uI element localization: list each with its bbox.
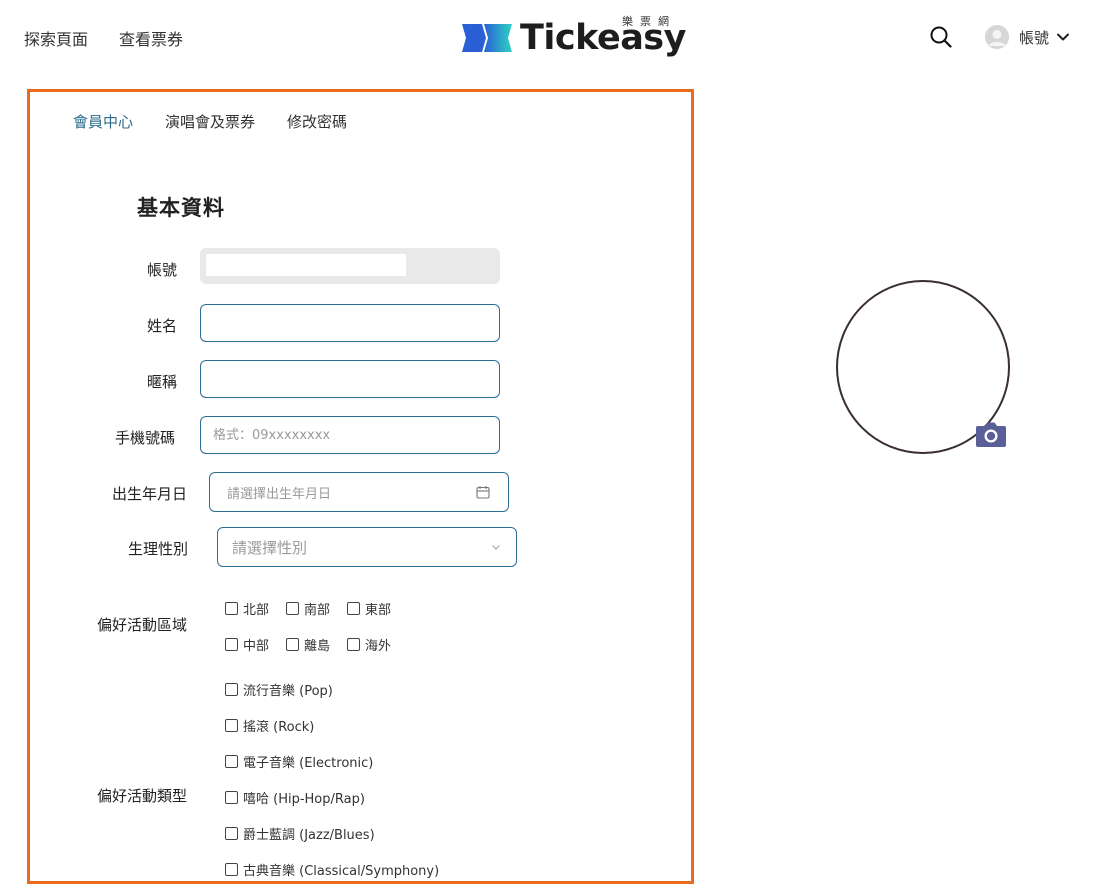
chevron-down-icon xyxy=(492,545,500,550)
account-value xyxy=(206,254,406,276)
birthday-picker[interactable]: 請選擇出生年月日 xyxy=(209,472,509,512)
camera-icon[interactable] xyxy=(975,420,1007,448)
region-option-label: 離島 xyxy=(304,639,331,654)
account-label: 帳號 xyxy=(1019,28,1050,47)
section-title: 基本資料 xyxy=(137,196,225,220)
search-icon[interactable] xyxy=(930,26,952,48)
checkbox-box[interactable] xyxy=(225,638,238,651)
checkbox-box[interactable] xyxy=(225,827,238,840)
profile-card: 會員中心 演唱會及票券 修改密碼 基本資料 帳號 姓名 暱稱 手機號碼 出生年月… xyxy=(27,89,694,884)
genre-checkbox[interactable]: 電子音樂 (Electronic) xyxy=(225,752,373,771)
genre-option-label: 搖滾 (Rock) xyxy=(243,720,315,735)
logo-mark-icon xyxy=(462,24,512,52)
logo-subtext: 樂票網 xyxy=(622,15,676,28)
account-label: 帳號 xyxy=(147,261,178,279)
genre-option-label: 爵士藍調 (Jazz/Blues) xyxy=(243,828,375,843)
region-checkbox[interactable]: 中部 xyxy=(225,635,269,654)
genre-checkbox[interactable]: 爵士藍調 (Jazz/Blues) xyxy=(225,824,375,843)
genre-option-label: 古典音樂 (Classical/Symphony) xyxy=(243,864,440,879)
profile-tabs: 會員中心 演唱會及票券 修改密碼 xyxy=(73,111,347,132)
checkbox-box[interactable] xyxy=(225,719,238,732)
chevron-down-icon xyxy=(1057,33,1070,41)
nav-explore-link[interactable]: 探索頁面 xyxy=(24,26,88,50)
birthday-placeholder: 請選擇出生年月日 xyxy=(227,486,332,502)
genre-option-label: 流行音樂 (Pop) xyxy=(243,684,333,699)
region-option-label: 中部 xyxy=(243,639,270,654)
genre-checkbox[interactable]: 流行音樂 (Pop) xyxy=(225,680,333,699)
checkbox-box[interactable] xyxy=(225,791,238,804)
genre-checkbox[interactable]: 嘻哈 (Hip-Hop/Rap) xyxy=(225,788,365,807)
nav-tickets-link[interactable]: 查看票券 xyxy=(119,26,183,50)
region-checkbox[interactable]: 離島 xyxy=(286,635,330,654)
genre-checkbox[interactable]: 古典音樂 (Classical/Symphony) xyxy=(225,860,439,879)
account-field xyxy=(200,248,500,284)
checkbox-box[interactable] xyxy=(225,602,238,615)
checkbox-box[interactable] xyxy=(225,863,238,876)
calendar-icon xyxy=(476,486,490,499)
region-checkbox[interactable]: 海外 xyxy=(347,635,391,654)
name-input[interactable] xyxy=(200,304,500,342)
nickname-input[interactable] xyxy=(200,360,500,398)
checkbox-box[interactable] xyxy=(286,602,299,615)
region-option-label: 東部 xyxy=(365,603,392,618)
genre-checkbox[interactable]: 搖滾 (Rock) xyxy=(225,716,314,735)
account-menu[interactable]: 帳號 xyxy=(985,24,1071,50)
region-option-label: 北部 xyxy=(243,603,270,618)
checkbox-box[interactable] xyxy=(225,683,238,696)
gender-select[interactable]: 請選擇性別 xyxy=(217,527,517,567)
tab-concerts-tickets[interactable]: 演唱會及票券 xyxy=(165,111,255,132)
user-icon xyxy=(985,25,1009,49)
region-checkbox[interactable]: 東部 xyxy=(347,599,391,618)
gender-placeholder: 請選擇性別 xyxy=(232,538,308,557)
genres-label: 偏好活動類型 xyxy=(97,787,188,805)
phone-label: 手機號碼 xyxy=(115,429,176,447)
genre-option-label: 電子音樂 (Electronic) xyxy=(243,756,374,771)
tab-member-center[interactable]: 會員中心 xyxy=(73,111,133,132)
name-label: 姓名 xyxy=(147,317,178,335)
phone-input[interactable] xyxy=(200,416,500,454)
regions-label: 偏好活動區域 xyxy=(97,616,188,634)
birthday-label: 出生年月日 xyxy=(112,485,188,503)
checkbox-box[interactable] xyxy=(347,638,360,651)
checkbox-box[interactable] xyxy=(347,602,360,615)
logo[interactable]: Tickeasy 樂票網 xyxy=(460,15,690,60)
tab-change-password[interactable]: 修改密碼 xyxy=(287,111,347,132)
region-checkbox[interactable]: 北部 xyxy=(225,599,269,618)
region-checkbox[interactable]: 南部 xyxy=(286,599,330,618)
checkbox-box[interactable] xyxy=(225,755,238,768)
nickname-label: 暱稱 xyxy=(147,373,178,391)
region-option-label: 南部 xyxy=(304,603,331,618)
checkbox-box[interactable] xyxy=(286,638,299,651)
region-option-label: 海外 xyxy=(365,639,392,654)
gender-label: 生理性別 xyxy=(128,540,189,558)
genre-option-label: 嘻哈 (Hip-Hop/Rap) xyxy=(243,792,365,807)
